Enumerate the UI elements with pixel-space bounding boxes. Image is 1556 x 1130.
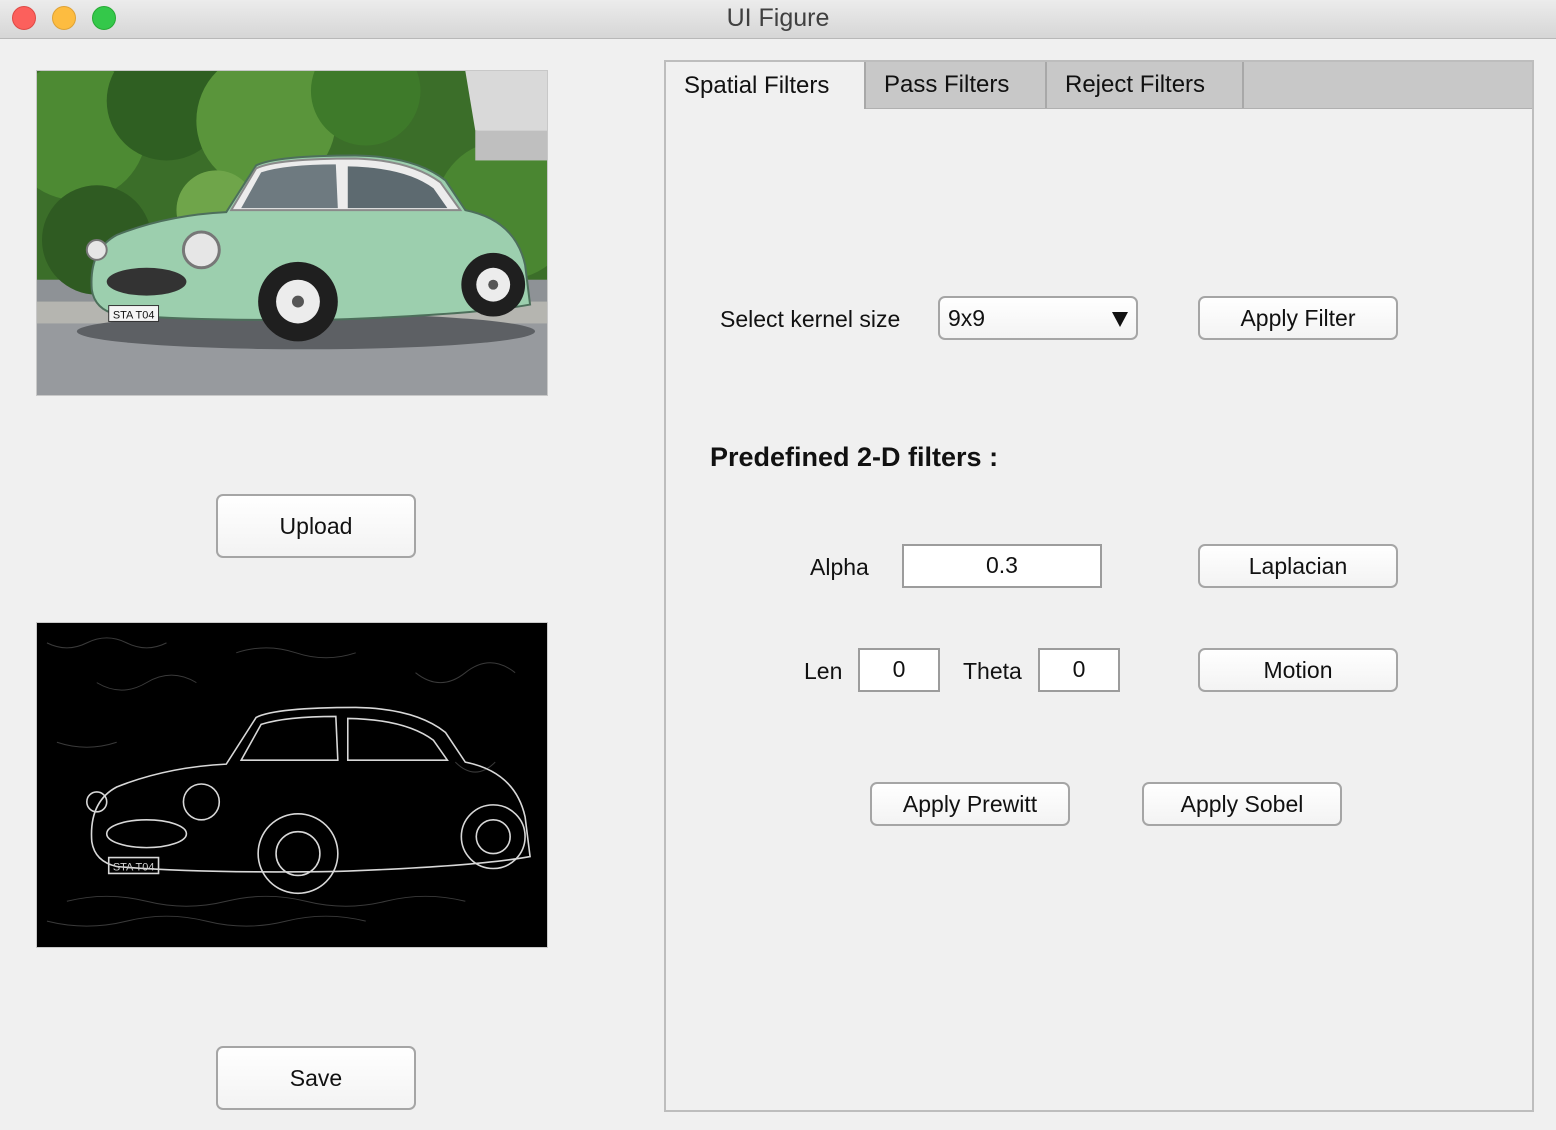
kernel-size-dropdown[interactable]: 9x9 (938, 296, 1138, 340)
apply-sobel-button[interactable]: Apply Sobel (1142, 782, 1342, 826)
edge-detected-car-photo: STA T04 (37, 623, 547, 947)
save-button[interactable]: Save (216, 1046, 416, 1110)
chevron-down-icon (1112, 312, 1128, 327)
original-image: STA T04 (36, 70, 548, 396)
theta-label: Theta (963, 658, 1022, 684)
spatial-filters-panel: Select kernel size 9x9 Apply Filter Pred… (666, 108, 1532, 1110)
apply-prewitt-button[interactable]: Apply Prewitt (870, 782, 1070, 826)
title-bar: UI Figure (0, 0, 1556, 39)
original-plate-text: STA T04 (113, 309, 155, 321)
motion-button[interactable]: Motion (1198, 648, 1398, 692)
kernel-size-value: 9x9 (948, 304, 986, 331)
laplacian-button[interactable]: Laplacian (1198, 544, 1398, 588)
filtered-image: STA T04 (36, 622, 548, 948)
upload-button[interactable]: Upload (216, 494, 416, 558)
predefined-filters-heading: Predefined 2-D filters : (710, 442, 999, 472)
window-title: UI Figure (726, 4, 830, 32)
theta-input[interactable]: 0 (1038, 648, 1120, 692)
alpha-input[interactable]: 0.3 (902, 544, 1102, 588)
alpha-label: Alpha (810, 554, 869, 580)
tab-pass-filters[interactable]: Pass Filters (866, 62, 1047, 108)
tab-spatial-filters[interactable]: Spatial Filters (666, 62, 866, 109)
len-input[interactable]: 0 (858, 648, 940, 692)
app-window: UI Figure STA T04 Upload STA T04 Save Sp… (0, 0, 1556, 1130)
original-car-photo: STA T04 (37, 71, 547, 395)
filtered-plate-text: STA T04 (113, 861, 155, 873)
apply-filter-button[interactable]: Apply Filter (1198, 296, 1398, 340)
kernel-size-label: Select kernel size (720, 306, 901, 332)
len-label: Len (804, 658, 843, 684)
tab-bar: Spatial Filters Pass Filters Reject Filt… (666, 62, 1532, 109)
tab-reject-filters[interactable]: Reject Filters (1047, 62, 1244, 108)
filter-tab-group: Spatial Filters Pass Filters Reject Filt… (664, 60, 1534, 1112)
